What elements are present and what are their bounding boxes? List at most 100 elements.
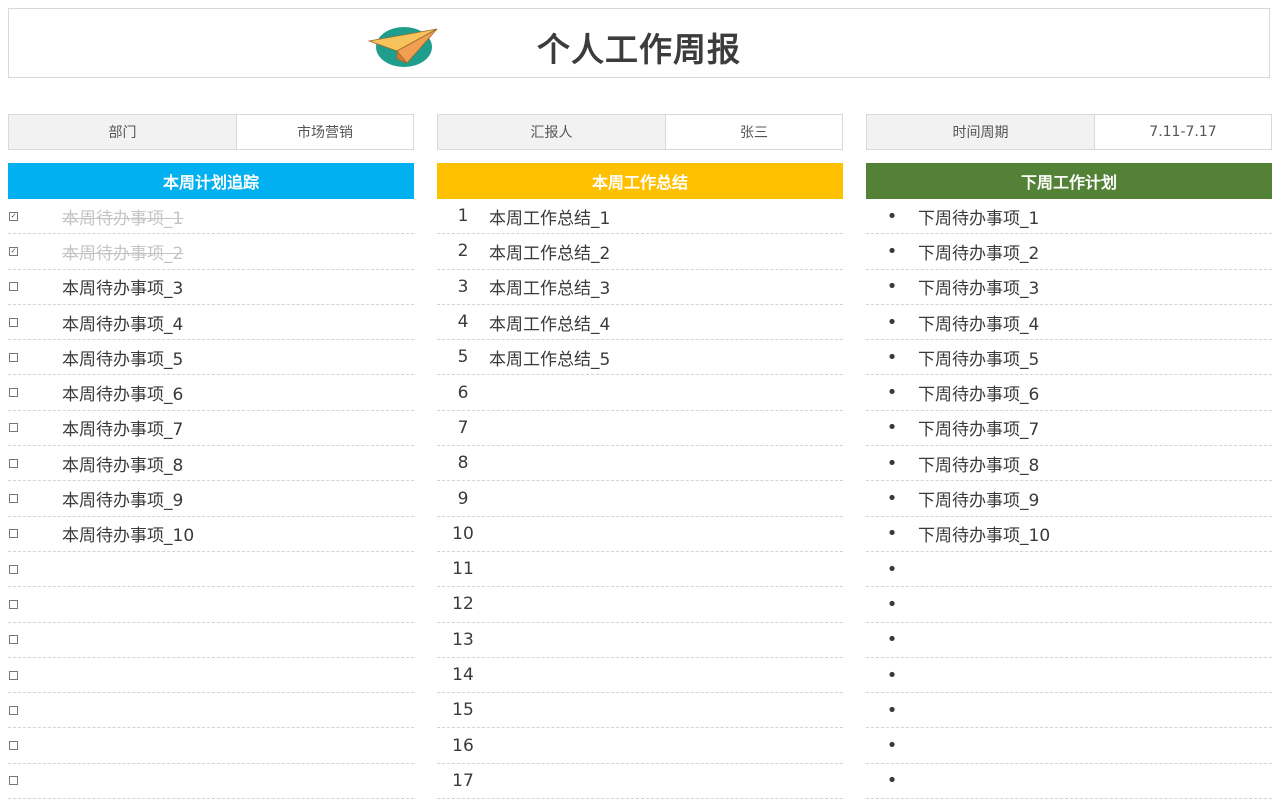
item-text: 下周待办事项_2 bbox=[918, 243, 1040, 264]
list-item[interactable]: • 下周待办事项_10 bbox=[866, 517, 1272, 552]
row-number: 2 bbox=[457, 241, 469, 262]
list-item[interactable]: 本周待办事项_9 bbox=[8, 481, 414, 517]
list-item[interactable]: 本周待办事项_6 bbox=[8, 375, 414, 411]
list-item[interactable]: 本周待办事项_7 bbox=[8, 411, 414, 447]
list-item[interactable]: • bbox=[866, 658, 1272, 694]
row-number: 6 bbox=[457, 382, 469, 403]
work-summary-list: 1 本周工作总结_1 2 本周工作总结_2 3 本周工作总结_3 4 本周工作总结_4 5 本周工… bbox=[437, 199, 843, 800]
list-item[interactable]: 12 bbox=[437, 587, 843, 623]
item-text: 下周待办事项_9 bbox=[918, 491, 1040, 512]
period-info: 时间周期 7.11-7.17 bbox=[866, 114, 1272, 150]
bullet-icon: • bbox=[886, 240, 898, 262]
checkbox-icon[interactable] bbox=[9, 388, 18, 398]
list-item[interactable]: • 下周待办事项_9 bbox=[866, 481, 1272, 517]
department-label: 部门 bbox=[9, 115, 237, 149]
checkbox-icon[interactable] bbox=[9, 670, 18, 680]
list-item[interactable]: 7 bbox=[437, 411, 843, 447]
bullet-icon: • bbox=[886, 735, 898, 757]
checkbox-icon[interactable] bbox=[9, 282, 18, 292]
list-item[interactable]: ✓ 本周待办事项_1 bbox=[8, 199, 414, 235]
checkbox-icon[interactable] bbox=[9, 494, 18, 504]
checkbox-icon[interactable] bbox=[9, 423, 18, 433]
list-item[interactable]: • bbox=[866, 623, 1272, 658]
checkbox-icon[interactable] bbox=[9, 635, 18, 645]
checkbox-icon[interactable] bbox=[9, 741, 18, 751]
list-item[interactable] bbox=[8, 552, 414, 588]
checkbox-icon[interactable] bbox=[9, 317, 18, 327]
checkbox-checked-icon[interactable]: ✓ bbox=[9, 246, 18, 256]
list-item[interactable]: 15 bbox=[437, 693, 843, 729]
list-item[interactable] bbox=[8, 764, 414, 800]
list-item[interactable]: • 下周待办事项_3 bbox=[866, 270, 1272, 305]
list-item[interactable]: • 下周待办事项_1 bbox=[866, 199, 1272, 235]
plan-tracking-list: ✓ 本周待办事项_1 ✓ 本周待办事项_2 本周待办事项_3 本周待办事项_4 本周待办事项… bbox=[8, 199, 414, 800]
checkbox-icon[interactable] bbox=[9, 529, 18, 539]
item-text: 下周待办事项_1 bbox=[918, 208, 1040, 229]
checkbox-icon[interactable] bbox=[9, 458, 18, 468]
next-week-plan-heading: 下周工作计划 bbox=[866, 163, 1272, 199]
list-item[interactable]: • bbox=[866, 552, 1272, 588]
checkbox-icon[interactable] bbox=[9, 352, 18, 362]
list-item[interactable]: 10 bbox=[437, 517, 843, 552]
list-item[interactable]: 17 bbox=[437, 764, 843, 800]
list-item[interactable] bbox=[8, 728, 414, 764]
checkbox-checked-icon[interactable]: ✓ bbox=[9, 211, 18, 221]
list-item[interactable]: ✓ 本周待办事项_2 bbox=[8, 234, 414, 270]
list-item[interactable]: 8 bbox=[437, 446, 843, 482]
list-item[interactable]: • bbox=[866, 764, 1272, 800]
bullet-icon: • bbox=[886, 311, 898, 333]
list-item[interactable]: 本周待办事项_3 bbox=[8, 270, 414, 305]
row-number: 3 bbox=[457, 276, 469, 297]
list-item[interactable]: 本周待办事项_8 bbox=[8, 446, 414, 482]
list-item[interactable]: • bbox=[866, 587, 1272, 623]
list-item[interactable] bbox=[8, 658, 414, 694]
row-number: 12 bbox=[452, 594, 474, 615]
checkbox-icon[interactable] bbox=[9, 776, 18, 786]
list-item[interactable] bbox=[8, 623, 414, 658]
list-item[interactable]: 16 bbox=[437, 728, 843, 764]
list-item[interactable]: 本周待办事项_4 bbox=[8, 305, 414, 341]
list-item[interactable]: 13 bbox=[437, 623, 843, 658]
list-item[interactable]: 6 bbox=[437, 375, 843, 411]
list-item[interactable]: 本周待办事项_5 bbox=[8, 340, 414, 376]
plan-tracking-column: 部门 市场营销 本周计划追踪 ✓ 本周待办事项_1 ✓ 本周待办事项_2 本周待办事项_… bbox=[8, 114, 414, 800]
item-text: 本周待办事项_1 bbox=[62, 208, 184, 229]
list-item[interactable] bbox=[8, 587, 414, 623]
list-item[interactable]: • bbox=[866, 728, 1272, 764]
bullet-icon: • bbox=[886, 346, 898, 368]
list-item[interactable]: 1 本周工作总结_1 bbox=[437, 199, 843, 235]
bullet-icon: • bbox=[886, 664, 898, 686]
list-item[interactable]: 14 bbox=[437, 658, 843, 694]
list-item[interactable]: • 下周待办事项_5 bbox=[866, 340, 1272, 376]
checkbox-icon[interactable] bbox=[9, 705, 18, 715]
list-item[interactable]: 9 bbox=[437, 481, 843, 517]
list-item[interactable] bbox=[8, 693, 414, 729]
bullet-icon: • bbox=[886, 699, 898, 721]
reporter-value[interactable]: 张三 bbox=[666, 115, 842, 149]
item-text: 本周工作总结_4 bbox=[489, 314, 611, 335]
list-item[interactable]: 3 本周工作总结_3 bbox=[437, 270, 843, 305]
list-item[interactable]: • 下周待办事项_4 bbox=[866, 305, 1272, 341]
list-item[interactable]: 5 本周工作总结_5 bbox=[437, 340, 843, 376]
list-item[interactable]: 2 本周工作总结_2 bbox=[437, 234, 843, 270]
list-item[interactable]: • bbox=[866, 693, 1272, 729]
list-item[interactable]: • 下周待办事项_7 bbox=[866, 411, 1272, 447]
work-summary-column: 汇报人 张三 本周工作总结 1 本周工作总结_1 2 本周工作总结_2 3 本周工作总结_… bbox=[437, 114, 843, 800]
checkbox-icon[interactable] bbox=[9, 599, 18, 609]
period-value[interactable]: 7.11-7.17 bbox=[1095, 115, 1271, 149]
period-label: 时间周期 bbox=[867, 115, 1095, 149]
list-item[interactable]: 4 本周工作总结_4 bbox=[437, 305, 843, 341]
item-text: 本周工作总结_1 bbox=[489, 208, 611, 229]
item-text: 下周待办事项_5 bbox=[918, 349, 1040, 370]
list-item[interactable]: • 下周待办事项_2 bbox=[866, 234, 1272, 270]
item-text: 本周待办事项_5 bbox=[62, 349, 184, 370]
list-item[interactable]: 本周待办事项_10 bbox=[8, 517, 414, 552]
list-item[interactable]: 11 bbox=[437, 552, 843, 588]
bullet-icon: • bbox=[886, 382, 898, 404]
department-value[interactable]: 市场营销 bbox=[237, 115, 413, 149]
list-item[interactable]: • 下周待办事项_6 bbox=[866, 375, 1272, 411]
row-number: 17 bbox=[452, 770, 474, 791]
list-item[interactable]: • 下周待办事项_8 bbox=[866, 446, 1272, 482]
checkbox-icon[interactable] bbox=[9, 564, 18, 574]
item-text: 下周待办事项_6 bbox=[918, 385, 1040, 406]
